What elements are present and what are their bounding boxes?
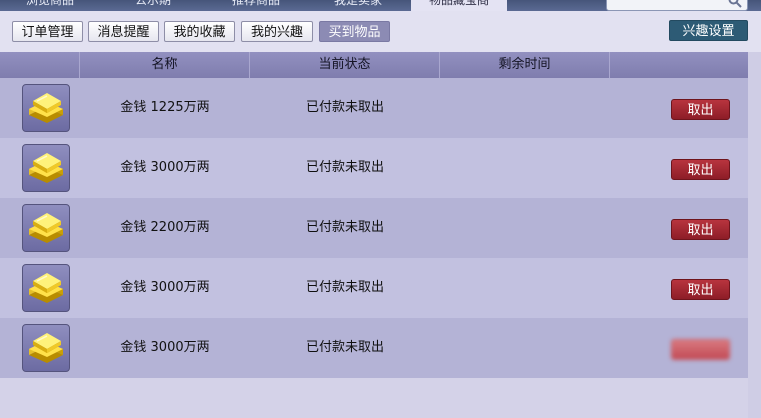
take-out-button[interactable]: 取出 <box>671 339 730 360</box>
message-reminder-button[interactable]: 消息提醒 <box>88 21 159 42</box>
tab-public[interactable]: 公示期 <box>104 0 202 11</box>
item-status: 已付款未取出 <box>305 160 384 175</box>
top-tab-bar: 浏览商品 公示期 推荐商品 我是卖家 物品藏宝阁 <box>0 0 761 11</box>
table-row: 金钱 3000万两 已付款未取出 取出 <box>0 318 748 378</box>
scrollbar[interactable] <box>748 52 761 418</box>
my-interests-button[interactable]: 我的兴趣 <box>241 21 313 42</box>
tab-browse[interactable]: 浏览商品 <box>0 0 100 11</box>
order-management-button[interactable]: 订单管理 <box>12 21 83 42</box>
item-name: 金钱 2200万两 <box>120 220 210 235</box>
item-name: 金钱 3000万两 <box>120 340 210 355</box>
gold-bars-icon <box>29 273 63 303</box>
gold-bars-icon <box>29 333 63 363</box>
gold-bars-icon <box>29 213 63 243</box>
tab-seller[interactable]: 我是卖家 <box>308 0 408 11</box>
header-icon-column <box>0 52 80 78</box>
table-row: 金钱 3000万两 已付款未取出 取出 <box>0 138 748 198</box>
item-status: 已付款未取出 <box>305 220 384 235</box>
item-thumbnail[interactable] <box>22 204 70 252</box>
item-status: 已付款未取出 <box>305 100 384 115</box>
purchased-items-button[interactable]: 买到物品 <box>319 21 390 42</box>
item-status: 已付款未取出 <box>305 340 384 355</box>
sub-nav: 订单管理 消息提醒 我的收藏 我的兴趣 买到物品 兴趣设置 <box>0 11 761 52</box>
header-name: 名称 <box>80 52 250 78</box>
gold-bars-icon <box>29 93 63 123</box>
table-header: 名称 当前状态 剩余时间 <box>0 52 748 78</box>
item-name: 金钱 3000万两 <box>120 160 210 175</box>
take-out-button[interactable]: 取出 <box>671 99 730 120</box>
tab-recommended[interactable]: 推荐商品 <box>206 0 306 11</box>
interest-settings-button[interactable]: 兴趣设置 <box>669 20 748 41</box>
search-input[interactable] <box>606 0 748 11</box>
take-out-button[interactable]: 取出 <box>671 159 730 180</box>
table-row: 金钱 1225万两 已付款未取出 取出 <box>0 78 748 138</box>
header-status: 当前状态 <box>250 52 440 78</box>
table-row: 金钱 3000万两 已付款未取出 取出 <box>0 258 748 318</box>
item-status: 已付款未取出 <box>305 280 384 295</box>
item-thumbnail[interactable] <box>22 144 70 192</box>
take-out-button[interactable]: 取出 <box>671 219 730 240</box>
search-icon[interactable] <box>728 0 742 8</box>
take-out-button[interactable]: 取出 <box>671 279 730 300</box>
tab-item-treasure[interactable]: 物品藏宝阁 <box>411 0 507 11</box>
item-thumbnail[interactable] <box>22 324 70 372</box>
my-favorites-button[interactable]: 我的收藏 <box>164 21 235 42</box>
item-thumbnail[interactable] <box>22 84 70 132</box>
header-remaining-time: 剩余时间 <box>440 52 610 78</box>
item-thumbnail[interactable] <box>22 264 70 312</box>
header-action-column <box>610 52 748 78</box>
item-name: 金钱 3000万两 <box>120 280 210 295</box>
gold-bars-icon <box>29 153 63 183</box>
table-row: 金钱 2200万两 已付款未取出 取出 <box>0 198 748 258</box>
item-name: 金钱 1225万两 <box>120 100 210 115</box>
